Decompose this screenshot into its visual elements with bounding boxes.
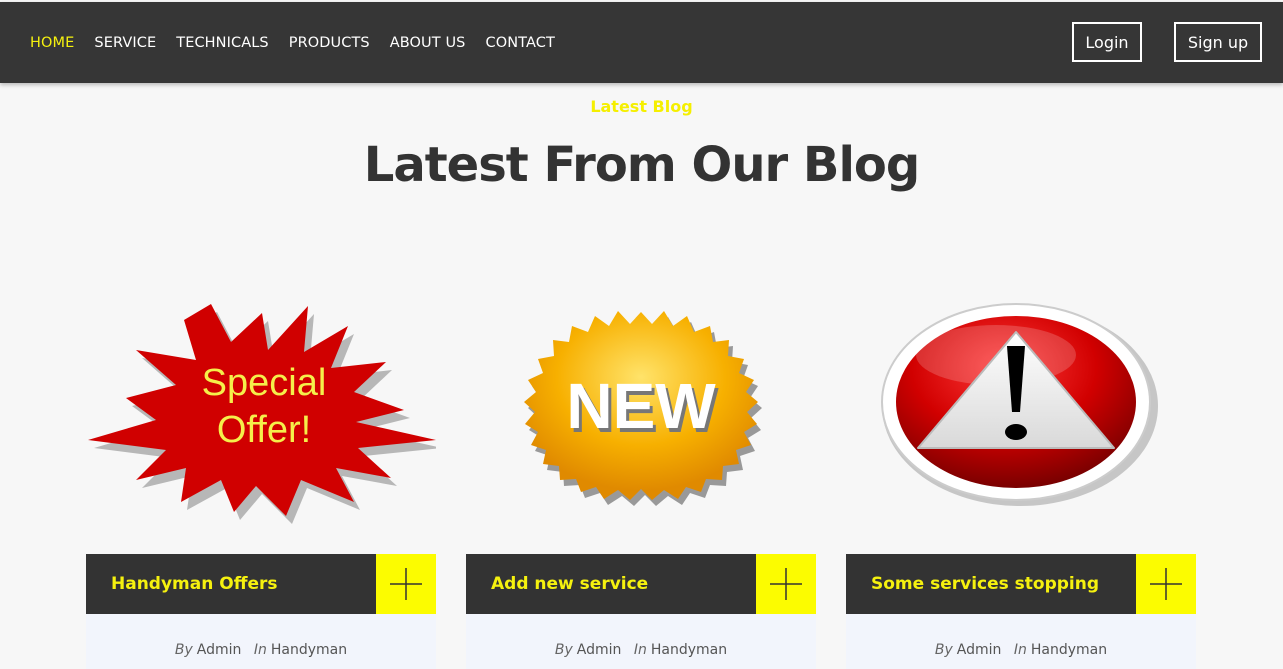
svg-text:Offer!: Offer! [217,409,311,451]
top-navbar: HOME SERVICE TECHNICALS PRODUCTS ABOUT U… [0,2,1283,83]
blog-card-image[interactable]: NEW NEW [466,280,816,530]
category-link[interactable]: Handyman [271,642,347,658]
nav-link-technicals[interactable]: TECHNICALS [176,35,269,51]
nav-link-contact[interactable]: CONTACT [485,35,554,51]
blog-card-meta: By Admin In Handyman [466,614,816,669]
author-link[interactable]: Admin [957,642,1002,658]
nav-link-service[interactable]: SERVICE [94,35,156,51]
expand-button[interactable] [756,554,816,614]
blog-card: Special Offer! Handyman Offers By Admin I… [86,280,442,669]
section-tag: Latest Blog [590,97,693,116]
nav-link-home[interactable]: HOME [30,35,74,51]
author-link[interactable]: Admin [577,642,622,658]
blog-card-meta: By Admin In Handyman [846,614,1196,669]
expand-button[interactable] [376,554,436,614]
author-link[interactable]: Admin [197,642,242,658]
blog-card: Some services stopping By Admin In Handyma… [846,280,1196,669]
warning-sign-icon [881,303,1158,506]
blog-card: NEW NEW Add new service By Admin In Handym… [466,280,816,669]
in-label: In [1013,642,1027,658]
by-label: By [934,642,953,658]
special-offer-burst-icon: Special Offer! [88,304,442,524]
blog-card-title[interactable]: Add new service [491,554,648,614]
in-label: In [633,642,647,658]
nav-link-products[interactable]: PRODUCTS [289,35,370,51]
nav-link-about-us[interactable]: ABOUT US [390,35,466,51]
svg-text:NEW: NEW [566,370,716,442]
plus-icon [770,568,802,600]
blog-card-image[interactable]: Special Offer! [86,280,442,530]
blog-card-header: Some services stopping [846,554,1196,614]
expand-button[interactable] [1136,554,1196,614]
category-link[interactable]: Handyman [1031,642,1107,658]
category-link[interactable]: Handyman [651,642,727,658]
plus-icon [390,568,422,600]
blog-card-header: Add new service [466,554,816,614]
signup-button[interactable]: Sign up [1174,22,1262,62]
new-badge-icon: NEW NEW [524,311,762,506]
blog-card-header: Handyman Offers [86,554,436,614]
blog-card-title[interactable]: Some services stopping [871,554,1099,614]
login-button[interactable]: Login [1072,22,1142,62]
svg-text:Special: Special [202,362,327,404]
nav-links: HOME SERVICE TECHNICALS PRODUCTS ABOUT U… [30,2,575,83]
by-label: By [174,642,193,658]
section-title: Latest From Our Blog [363,137,921,193]
by-label: By [554,642,573,658]
blog-card-image[interactable] [846,280,1196,530]
blog-card-meta: By Admin In Handyman [86,614,436,669]
in-label: In [253,642,267,658]
plus-icon [1150,568,1182,600]
blog-card-title[interactable]: Handyman Offers [111,554,278,614]
